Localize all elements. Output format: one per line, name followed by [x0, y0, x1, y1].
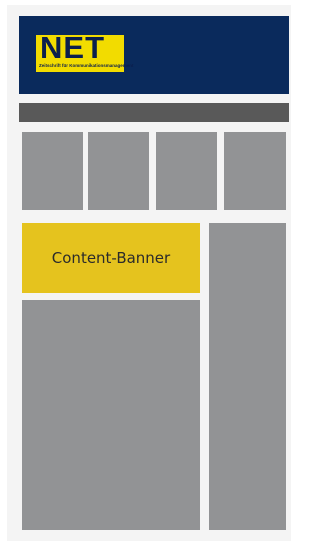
logo-tagline: Zeitschrift für Kommunikationsmanagement: [39, 63, 134, 68]
teaser-tile-4[interactable]: [224, 132, 286, 210]
content-banner-label: Content-Banner: [51, 249, 171, 267]
content-banner[interactable]: Content-Banner: [22, 223, 200, 293]
teaser-tile-2[interactable]: [88, 132, 149, 210]
navigation-bar[interactable]: [19, 103, 289, 122]
site-header: NET Zeitschrift für Kommunikationsmanage…: [19, 16, 289, 94]
teaser-tile-1[interactable]: [22, 132, 83, 210]
logo-wordmark: NET: [40, 30, 105, 65]
sidebar-area: [209, 223, 286, 530]
net-logo[interactable]: NET Zeitschrift für Kommunikationsmanage…: [36, 31, 134, 72]
main-content-area: [22, 300, 200, 530]
teaser-tile-3[interactable]: [156, 132, 217, 210]
